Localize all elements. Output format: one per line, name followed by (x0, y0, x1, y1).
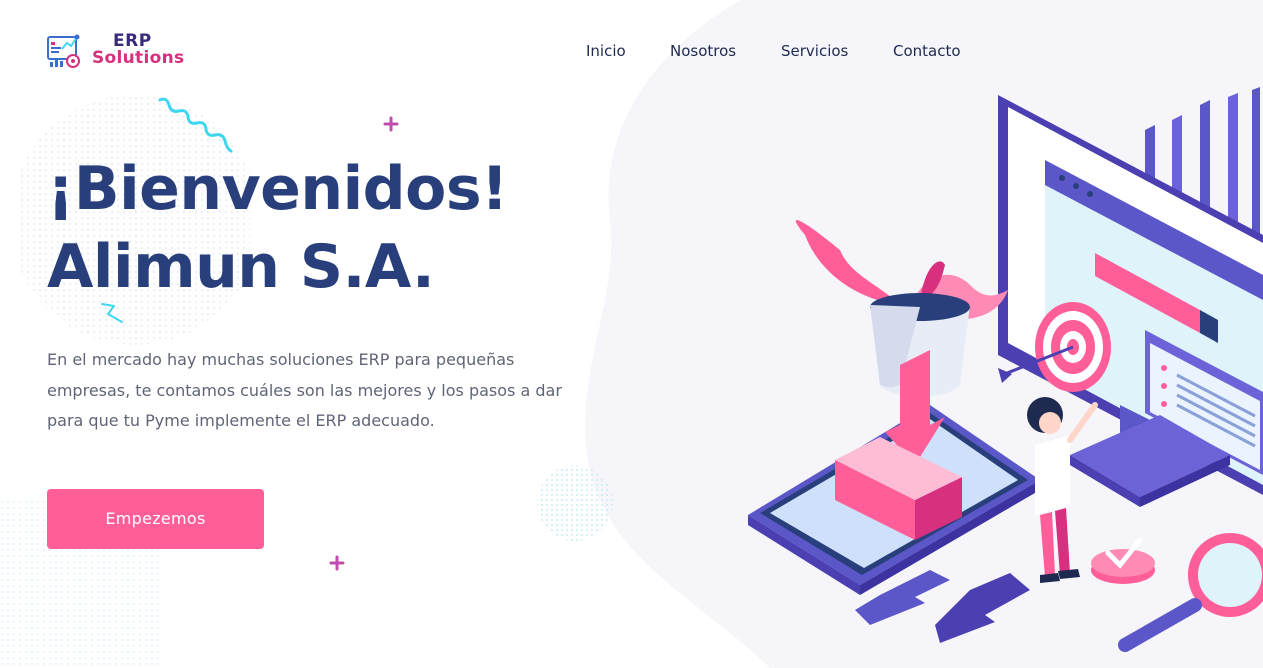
hero-title-line2: Alimun S.A. (47, 232, 435, 302)
nav-item-nosotros[interactable]: Nosotros (670, 41, 736, 61)
hero-description: En el mercado hay muchas soluciones ERP … (47, 350, 562, 430)
hero-title-line1: ¡Bienvenidos! (47, 154, 508, 224)
nav-item-servicios[interactable]: Servicios (781, 41, 848, 61)
person-graphic (1027, 397, 1098, 583)
dot-circle-decoration (537, 465, 613, 541)
magnifier-graphic (1118, 533, 1263, 652)
logo[interactable]: ERP Solutions (47, 30, 187, 72)
analytics-chart-icon (47, 34, 80, 68)
nav-item-inicio[interactable]: Inicio (586, 41, 626, 61)
nav-item-contacto[interactable]: Contacto (893, 41, 961, 61)
erp-isometric-illustration (748, 87, 1263, 652)
checkmark-badge-graphic (1091, 537, 1155, 584)
plus-decoration (329, 555, 345, 571)
plus-decoration (383, 116, 399, 132)
logo-text-line2: Solutions (92, 48, 185, 68)
get-started-button[interactable]: Empezemos (47, 489, 264, 549)
hero-title: ¡Bienvenidos! Alimun S.A. (47, 150, 508, 306)
